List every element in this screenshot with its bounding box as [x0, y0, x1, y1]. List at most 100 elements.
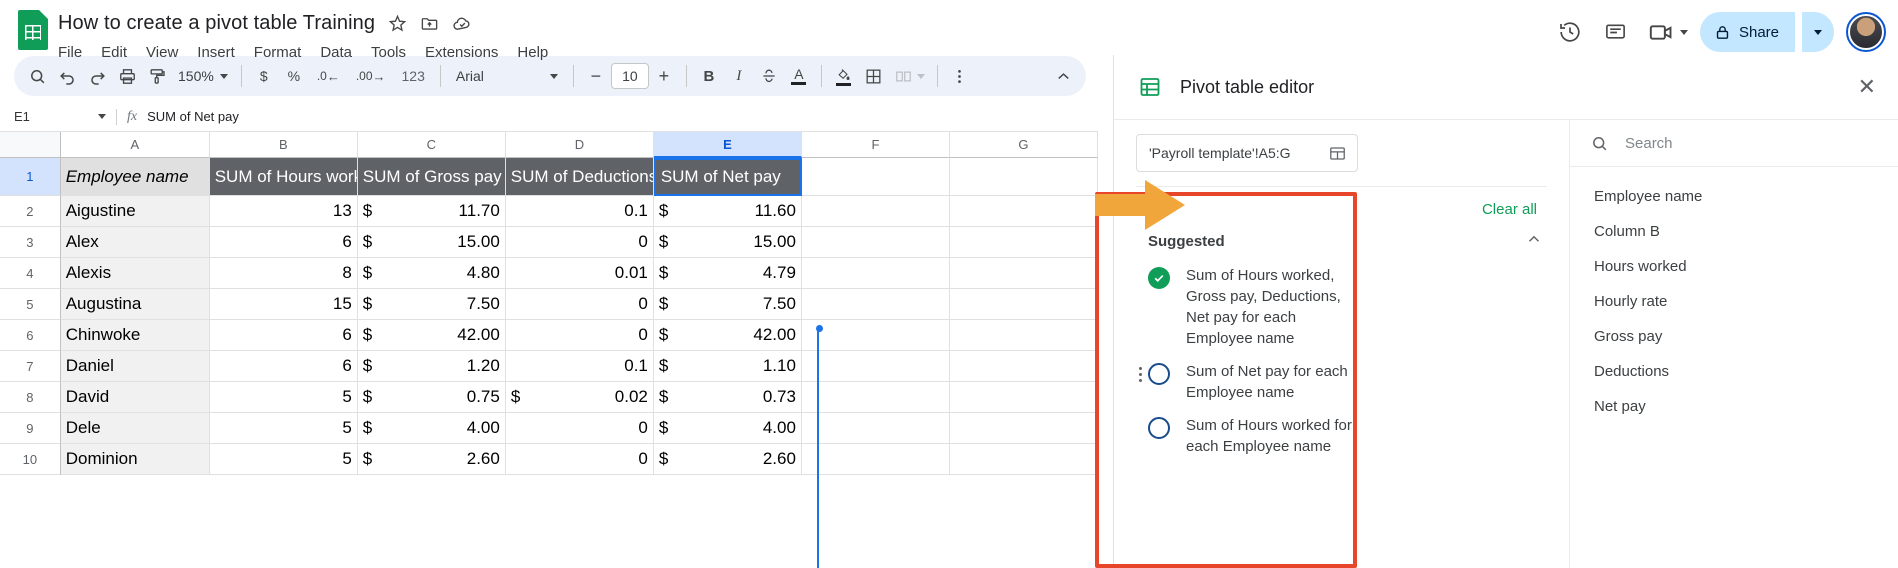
cell-a4[interactable]: Alexis [60, 258, 210, 289]
cell-c3[interactable]: $15.00 [357, 227, 506, 258]
cell-g9[interactable] [949, 413, 1099, 444]
field-list-item[interactable]: Deductions [1570, 354, 1898, 389]
document-title[interactable]: How to create a pivot table Training [58, 12, 375, 35]
field-list-item[interactable]: Hours worked [1570, 249, 1898, 284]
menu-format[interactable]: Format [254, 44, 302, 61]
cell-e10[interactable]: $2.60 [653, 444, 802, 475]
drag-handle-icon[interactable] [1132, 361, 1148, 382]
cell-c7[interactable]: $1.20 [357, 351, 506, 382]
select-all-corner[interactable] [0, 132, 61, 158]
cell-e6[interactable]: $42.00 [653, 320, 802, 351]
cell-e4[interactable]: $4.79 [653, 258, 802, 289]
cell-a1[interactable]: Employee name [60, 158, 210, 196]
cell-f1[interactable] [801, 158, 950, 196]
cell-d7[interactable]: 0.1 [505, 351, 654, 382]
cell-e3[interactable]: $15.00 [653, 227, 802, 258]
cell-f2[interactable] [801, 196, 950, 227]
cell-e8[interactable]: $0.73 [653, 382, 802, 413]
search-row[interactable]: Search [1570, 120, 1898, 167]
font-family-selector[interactable]: Arial [448, 68, 566, 84]
row-header-10[interactable]: 10 [0, 444, 61, 475]
comment-icon[interactable] [1596, 12, 1636, 52]
cell-c4[interactable]: $4.80 [357, 258, 506, 289]
cell-a10[interactable]: Dominion [60, 444, 210, 475]
suggestion-item[interactable]: Sum of Net pay for each Employee name [1114, 349, 1569, 403]
cell-f7[interactable] [801, 351, 950, 382]
cell-d6[interactable]: 0 [505, 320, 654, 351]
cell-c8[interactable]: $0.75 [357, 382, 506, 413]
version-history-icon[interactable] [1550, 12, 1590, 52]
more-options-icon[interactable] [945, 61, 975, 91]
font-size-input[interactable]: 10 [610, 63, 649, 89]
text-color-button[interactable]: A [784, 61, 814, 91]
row-header-8[interactable]: 8 [0, 382, 61, 413]
cell-b2[interactable]: 13 [209, 196, 358, 227]
cell-a6[interactable]: Chinwoke [60, 320, 210, 351]
cell-b10[interactable]: 5 [209, 444, 358, 475]
cell-f5[interactable] [801, 289, 950, 320]
cell-b1[interactable]: SUM of Hours worked [209, 158, 358, 196]
google-meet-icon[interactable] [1642, 12, 1694, 52]
cell-g3[interactable] [949, 227, 1099, 258]
increase-font-size-button[interactable]: + [649, 61, 679, 91]
name-box[interactable]: E1 [14, 109, 90, 124]
decrease-font-size-button[interactable]: − [581, 61, 611, 91]
field-list-item[interactable]: Employee name [1570, 179, 1898, 214]
cell-g2[interactable] [949, 196, 1099, 227]
field-list-item[interactable]: Hourly rate [1570, 284, 1898, 319]
column-header-g[interactable]: G [949, 132, 1098, 158]
share-dropdown-button[interactable] [1802, 12, 1834, 52]
cell-c5[interactable]: $7.50 [357, 289, 506, 320]
cell-f6[interactable] [801, 320, 950, 351]
cell-b3[interactable]: 6 [209, 227, 358, 258]
cell-e9[interactable]: $4.00 [653, 413, 802, 444]
cell-f4[interactable] [801, 258, 950, 289]
field-list-item[interactable]: Gross pay [1570, 319, 1898, 354]
cell-g6[interactable] [949, 320, 1099, 351]
increase-decimal-button[interactable]: .00 → [348, 61, 394, 91]
cell-f10[interactable] [801, 444, 950, 475]
redo-icon[interactable] [82, 61, 112, 91]
clear-all-button[interactable]: Clear all [1472, 195, 1547, 224]
column-header-e[interactable]: E [653, 132, 802, 158]
cell-b9[interactable]: 5 [209, 413, 358, 444]
column-header-c[interactable]: C [357, 132, 506, 158]
move-to-folder-icon[interactable] [420, 14, 439, 33]
bold-button[interactable]: B [694, 61, 724, 91]
field-list-item[interactable]: Column B [1570, 214, 1898, 249]
share-button[interactable]: Share [1699, 12, 1795, 52]
decrease-decimal-button[interactable]: .0 ← [309, 61, 348, 91]
paint-format-icon[interactable] [142, 61, 172, 91]
cell-e2[interactable]: $11.60 [653, 196, 802, 227]
cell-c1[interactable]: SUM of Gross pay [357, 158, 506, 196]
cell-b7[interactable]: 6 [209, 351, 358, 382]
cell-c6[interactable]: $42.00 [357, 320, 506, 351]
data-range-input[interactable]: 'Payroll template'!A5:G [1136, 134, 1358, 172]
cell-g10[interactable] [949, 444, 1099, 475]
star-icon[interactable] [388, 14, 407, 33]
row-header-6[interactable]: 6 [0, 320, 61, 351]
undo-icon[interactable] [52, 61, 82, 91]
menu-edit[interactable]: Edit [101, 44, 127, 61]
cell-d8[interactable]: $0.02 [505, 382, 654, 413]
row-header-1[interactable]: 1 [0, 158, 61, 196]
column-header-d[interactable]: D [505, 132, 654, 158]
more-formats-button[interactable]: 123 [394, 61, 433, 91]
name-box-dropdown-icon[interactable] [90, 114, 114, 119]
radio-button-icon[interactable] [1148, 417, 1170, 439]
cell-d1[interactable]: SUM of Deductions [505, 158, 654, 196]
check-circle-icon[interactable] [1148, 267, 1170, 289]
chevron-up-icon[interactable] [1525, 230, 1543, 253]
cell-a2[interactable]: Aigustine [60, 196, 210, 227]
cell-c10[interactable]: $2.60 [357, 444, 506, 475]
cell-b8[interactable]: 5 [209, 382, 358, 413]
cell-f8[interactable] [801, 382, 950, 413]
menu-view[interactable]: View [146, 44, 178, 61]
cell-f3[interactable] [801, 227, 950, 258]
cell-a5[interactable]: Augustina [60, 289, 210, 320]
percent-format-button[interactable]: % [279, 61, 309, 91]
row-header-7[interactable]: 7 [0, 351, 61, 382]
suggestion-item[interactable]: Sum of Hours worked for each Employee na… [1114, 403, 1569, 457]
cell-e1[interactable]: SUM of Net pay [653, 158, 802, 196]
formula-input[interactable]: SUM of Net pay [147, 109, 239, 124]
